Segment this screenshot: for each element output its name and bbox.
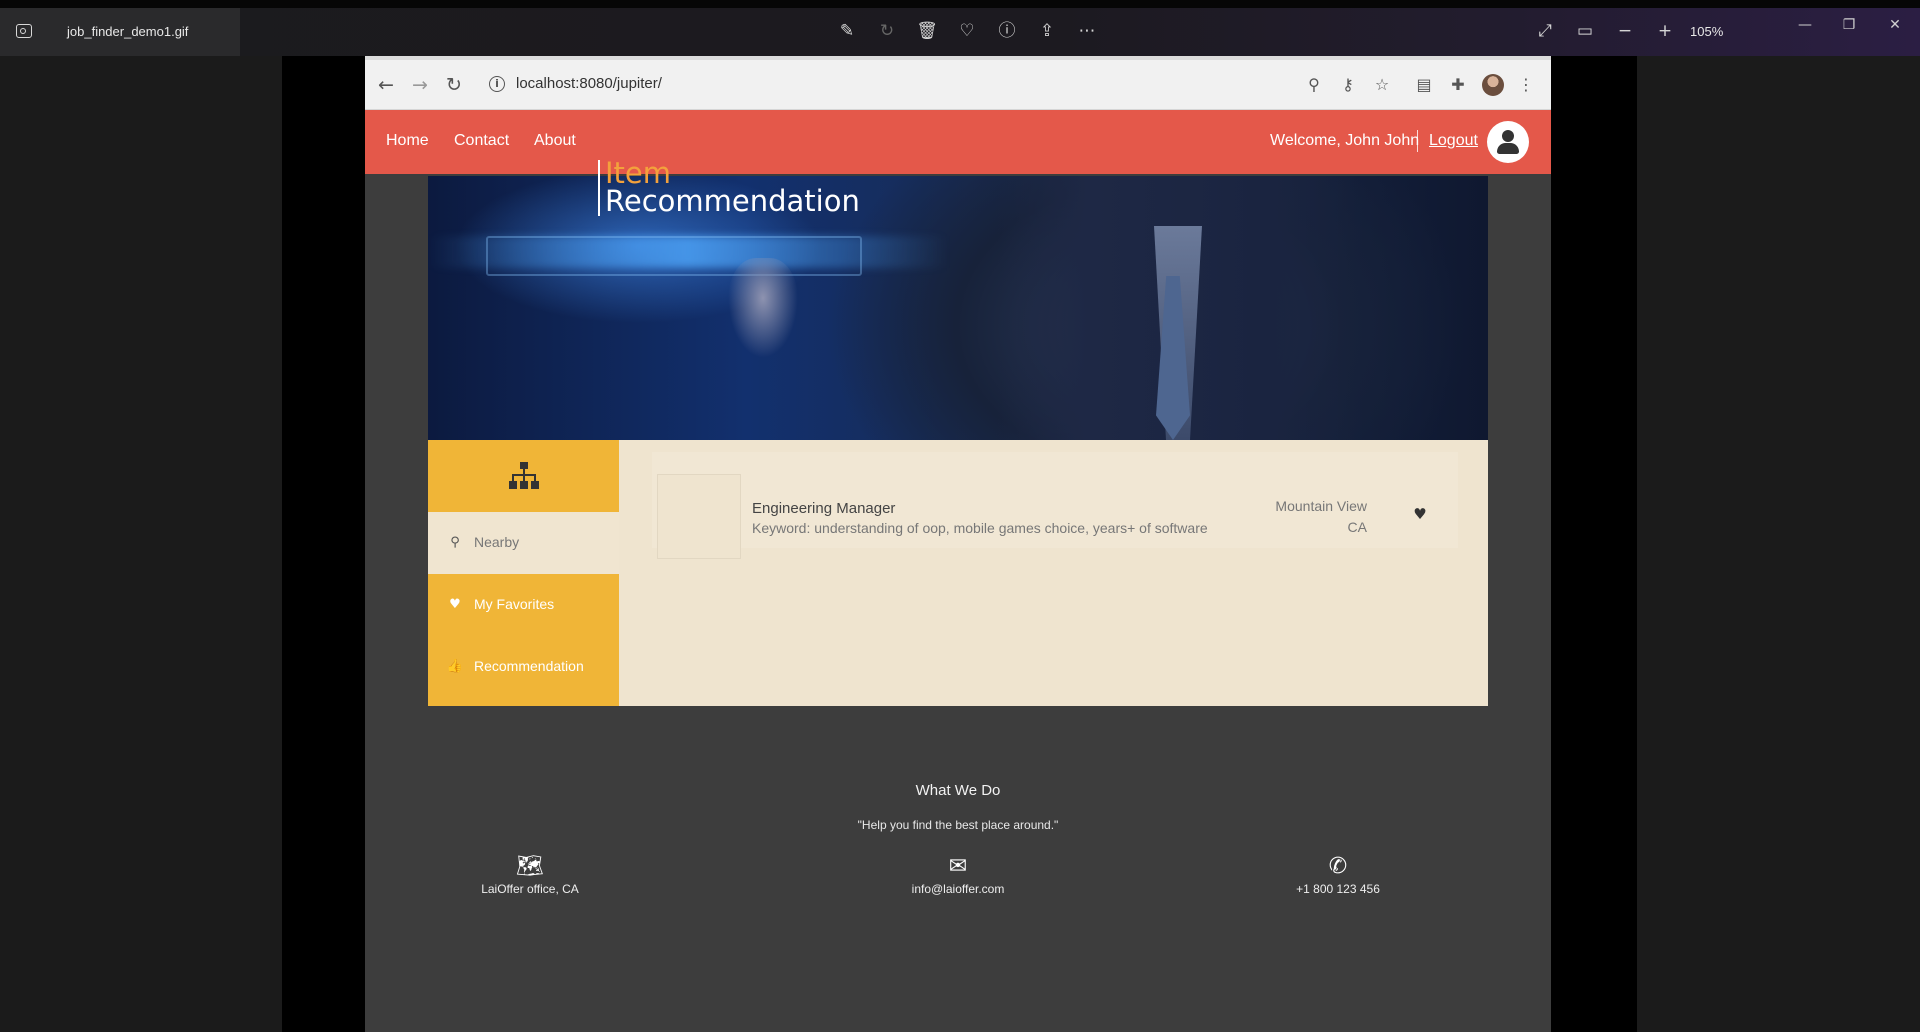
contact-email-text[interactable]: info@laioffer.com (838, 882, 1078, 896)
map-marker-icon: ⚲ (450, 535, 460, 550)
browser-toolbar: ← → ↻ i localhost:8080/jupiter/ ⚲ ⚷ ☆ ▤ … (365, 60, 1551, 110)
sidebar-item-nearby[interactable]: ⚲ Nearby (428, 512, 619, 574)
forward-icon[interactable]: → (409, 74, 431, 96)
hero-title-line2: Recommendation (605, 184, 860, 218)
reading-list-icon[interactable]: ▤ (1414, 75, 1434, 95)
contact-address-text: LaiOffer office, CA (481, 882, 579, 896)
sidebar-item-label: My Favorites (474, 596, 555, 612)
logout-link[interactable]: Logout (1429, 132, 1478, 150)
header-divider (1417, 130, 1418, 152)
reload-icon[interactable]: ↻ (443, 74, 465, 96)
nav-home-link[interactable]: Home (386, 132, 429, 150)
key-icon[interactable]: ⚷ (1338, 75, 1358, 95)
contact-phone: ✆ +1 800 123 456 (1218, 854, 1458, 896)
share-icon[interactable]: ⇪ (1036, 20, 1058, 42)
browser-menu-icon[interactable]: ⋮ (1516, 75, 1536, 95)
user-avatar-icon[interactable] (1487, 121, 1529, 163)
minimize-icon[interactable]: — (1794, 14, 1816, 36)
contact-email: ✉ info@laioffer.com (838, 854, 1078, 896)
viewer-filename: job_finder_demo1.gif (67, 24, 189, 39)
sidebar-item-my-favorites[interactable]: ♥ My Favorites (428, 574, 619, 636)
map-icon: 🗺 (516, 854, 544, 879)
bookmark-star-icon[interactable]: ☆ (1372, 75, 1392, 95)
footer-quote: "Help you find the best place around." (857, 818, 1059, 832)
sidebar-item-recommendation[interactable]: 👍 Recommendation (428, 636, 619, 706)
footer-title: What We Do (915, 782, 1001, 799)
sidebar-item-label: Nearby (474, 534, 520, 550)
favorite-heart-icon[interactable]: ♥ (1411, 505, 1429, 523)
nav-about-link[interactable]: About (534, 132, 576, 150)
nav-contact-link[interactable]: Contact (454, 132, 509, 150)
site-info-icon[interactable]: i (489, 76, 505, 92)
delete-icon[interactable]: 🗑 (916, 20, 938, 42)
heart-icon: ♥ (449, 597, 461, 612)
welcome-message: Welcome, John John (1270, 132, 1420, 149)
back-icon[interactable]: ← (375, 74, 397, 96)
more-options-icon[interactable]: ⋯ (1076, 20, 1098, 42)
sidebar: ⚲ Nearby ♥ My Favorites 👍 Recommendation (428, 440, 619, 706)
thumbs-up-icon: 👍 (446, 659, 464, 674)
phone-icon: ✆ (1328, 854, 1348, 879)
favorite-icon[interactable]: ♡ (956, 20, 978, 42)
zoom-out-icon[interactable]: − (1614, 20, 1636, 42)
item-city: Mountain View (1275, 498, 1367, 514)
sidebar-item-label: Recommendation (474, 658, 584, 674)
location-icon[interactable]: ⚲ (1304, 75, 1324, 95)
fit-window-icon[interactable]: ▭ (1574, 20, 1596, 42)
contact-phone-text: +1 800 123 456 (1296, 882, 1380, 896)
contact-address: 🗺 LaiOffer office, CA (410, 854, 650, 896)
item-keyword: Keyword: understanding of oop, mobile ga… (752, 520, 1208, 536)
info-icon[interactable]: ⓘ (996, 20, 1018, 42)
site-header: Home Contact About Welcome, John John Lo… (365, 110, 1551, 174)
viewer-top-edge (0, 0, 1920, 8)
item-thumbnail (657, 474, 741, 559)
close-icon[interactable]: ✕ (1884, 14, 1906, 36)
profile-avatar[interactable] (1482, 74, 1504, 96)
hero-title-accent-bar (598, 160, 600, 216)
fullscreen-icon[interactable]: ⤢ (1534, 20, 1556, 42)
restore-icon[interactable]: ❐ (1838, 14, 1860, 36)
item-title[interactable]: Engineering Manager (752, 500, 895, 517)
hero-search-graphic (486, 236, 862, 276)
extensions-icon[interactable]: ✚ (1448, 75, 1468, 95)
zoom-level: 105% (1690, 24, 1724, 39)
sitemap-icon (509, 462, 539, 489)
photos-app-icon (16, 24, 32, 38)
url-text: localhost:8080/jupiter/ (516, 75, 662, 92)
zoom-in-icon[interactable]: + (1654, 20, 1676, 42)
edit-image-icon[interactable]: ✎ (836, 20, 858, 42)
browser-window: ← → ↻ i localhost:8080/jupiter/ ⚲ ⚷ ☆ ▤ … (365, 56, 1551, 1032)
item-state: CA (1347, 519, 1367, 535)
rotate-icon[interactable]: ↻ (876, 20, 898, 42)
hero-banner (428, 176, 1488, 440)
hero-hand (728, 258, 798, 358)
envelope-icon: ✉ (948, 854, 968, 879)
sidebar-header (428, 440, 619, 512)
